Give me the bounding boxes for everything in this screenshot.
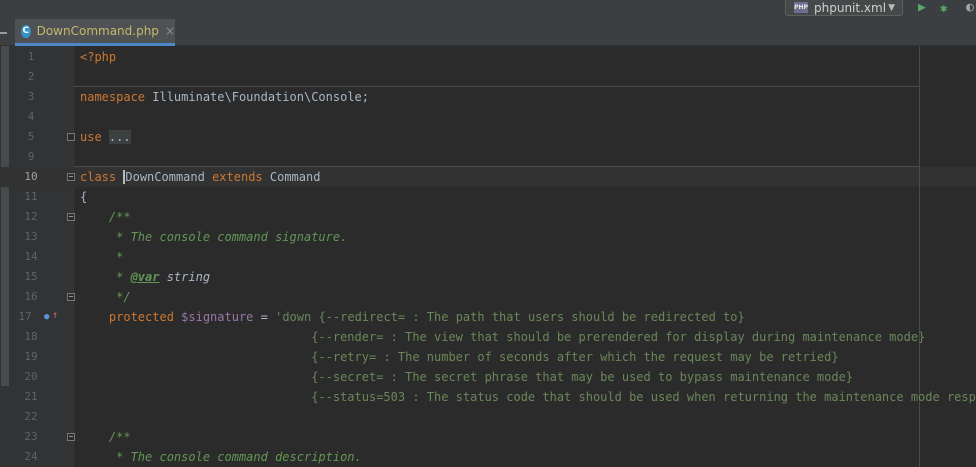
line-number: 18	[24, 330, 38, 343]
code-line: {	[80, 187, 87, 207]
code-line: protected $signature = 'down {--redirect…	[80, 307, 745, 327]
keyword: protected	[80, 310, 174, 324]
code-line: use ...	[80, 127, 131, 147]
code-line: namespace Illuminate\Foundation\Console;	[80, 87, 369, 107]
line-number: 14	[24, 250, 38, 263]
line-number: 5	[27, 130, 35, 143]
fold-collapse-icon[interactable]	[67, 213, 75, 221]
code-line: * The console command signature.	[80, 227, 347, 247]
line-number: 9	[27, 150, 35, 163]
fold-collapse-icon[interactable]	[67, 293, 75, 301]
line-number-current: 10	[24, 170, 38, 183]
line-number: 21	[24, 390, 38, 403]
string-literal: {--retry= : The number of seconds after …	[80, 350, 839, 364]
debug-icon[interactable]: ✱	[940, 1, 947, 15]
code-line: */	[80, 287, 131, 307]
implements-icon[interactable]: ●	[44, 313, 49, 322]
coverage-icon[interactable]: ◐	[966, 1, 974, 15]
line-number: 17	[18, 310, 32, 323]
overrides-arrow-icon[interactable]: ↑	[52, 311, 58, 321]
code-line: <?php	[80, 47, 116, 67]
line-number: 4	[27, 110, 35, 123]
namespace-name: Illuminate\Foundation\Console;	[145, 90, 369, 104]
tab-downcommand-php[interactable]: C DownCommand.php ×	[15, 19, 175, 46]
doc-type: string	[159, 270, 211, 284]
property-name: $signature	[173, 310, 254, 324]
keyword: namespace	[80, 90, 146, 104]
string-literal: {--secret= : The secret phrase that may …	[80, 370, 854, 384]
operator: =	[253, 310, 276, 324]
fold-expand-icon[interactable]	[67, 133, 75, 141]
code-line: class DownCommand extends Command	[80, 167, 320, 187]
code-line: * @var string	[80, 267, 210, 287]
line-number: 22	[24, 410, 38, 423]
line-number: 20	[24, 370, 38, 383]
line-number: 13	[24, 230, 38, 243]
text-cursor: D	[123, 170, 133, 184]
string-literal: {--status=503 : The status code that sho…	[80, 390, 976, 404]
line-number: 24	[24, 450, 38, 463]
close-tab-icon[interactable]: ×	[165, 24, 175, 38]
code-line: *	[80, 247, 123, 267]
fold-collapse-icon[interactable]	[67, 433, 75, 441]
doc-comment: * The console command signature.	[80, 230, 348, 244]
code-line: {--retry= : The number of seconds after …	[80, 347, 839, 367]
editor-tab-bar: C DownCommand.php ×	[0, 19, 976, 46]
doc-comment: *	[80, 250, 124, 264]
doc-comment: /**	[80, 430, 131, 444]
line-number: 2	[27, 70, 35, 83]
navigation-toolbar: PHP phpunit.xml ▼ ▶ ✱ ◐	[0, 0, 976, 19]
keyword: extends	[204, 170, 263, 184]
php-class-icon: C	[21, 24, 31, 38]
run-configuration-selector[interactable]: PHP phpunit.xml ▼	[785, 0, 903, 16]
code-line: /**	[80, 207, 131, 227]
code-line: /**	[80, 427, 131, 447]
chevron-down-icon: ▼	[888, 2, 895, 13]
code-line: {--secret= : The secret phrase that may …	[80, 367, 853, 387]
keyword: use	[80, 130, 102, 144]
php-open-tag: <?php	[80, 50, 117, 64]
string-literal: {--render= : The view that should be pre…	[80, 330, 926, 344]
code-line: * The console command description.	[80, 447, 362, 467]
code-line: {--status=503 : The status code that sho…	[80, 387, 976, 407]
tab-label: DownCommand.php	[36, 24, 159, 38]
code-line: {--render= : The view that should be pre…	[80, 327, 925, 347]
doc-comment: *	[80, 270, 131, 284]
line-number: 23	[24, 430, 38, 443]
string-literal: 'down {--redirect= : The path that users…	[275, 310, 745, 324]
run-configuration-label: phpunit.xml	[814, 0, 887, 15]
doc-comment: /**	[80, 210, 131, 224]
line-number: 16	[24, 290, 38, 303]
line-number: 1	[27, 50, 35, 63]
doc-tag: @var	[130, 270, 160, 284]
run-icon[interactable]: ▶	[918, 1, 926, 15]
doc-comment: */	[80, 290, 131, 304]
brace: {	[80, 190, 88, 204]
line-number: 19	[24, 350, 38, 363]
vertical-scrollbar[interactable]	[1, 46, 9, 386]
line-number: 11	[24, 190, 38, 203]
keyword: class	[80, 170, 117, 184]
class-name: ownCommand	[132, 170, 205, 184]
line-number: 3	[27, 90, 35, 103]
folded-imports-placeholder[interactable]: ...	[108, 130, 131, 144]
line-number: 15	[24, 270, 38, 283]
doc-comment: * The console command description.	[80, 450, 362, 464]
line-number: 12	[24, 210, 38, 223]
tool-window-stripe	[0, 32, 7, 34]
parent-class-name: Command	[262, 170, 321, 184]
fold-collapse-icon[interactable]	[67, 173, 75, 181]
phpunit-config-icon: PHP	[794, 2, 808, 13]
